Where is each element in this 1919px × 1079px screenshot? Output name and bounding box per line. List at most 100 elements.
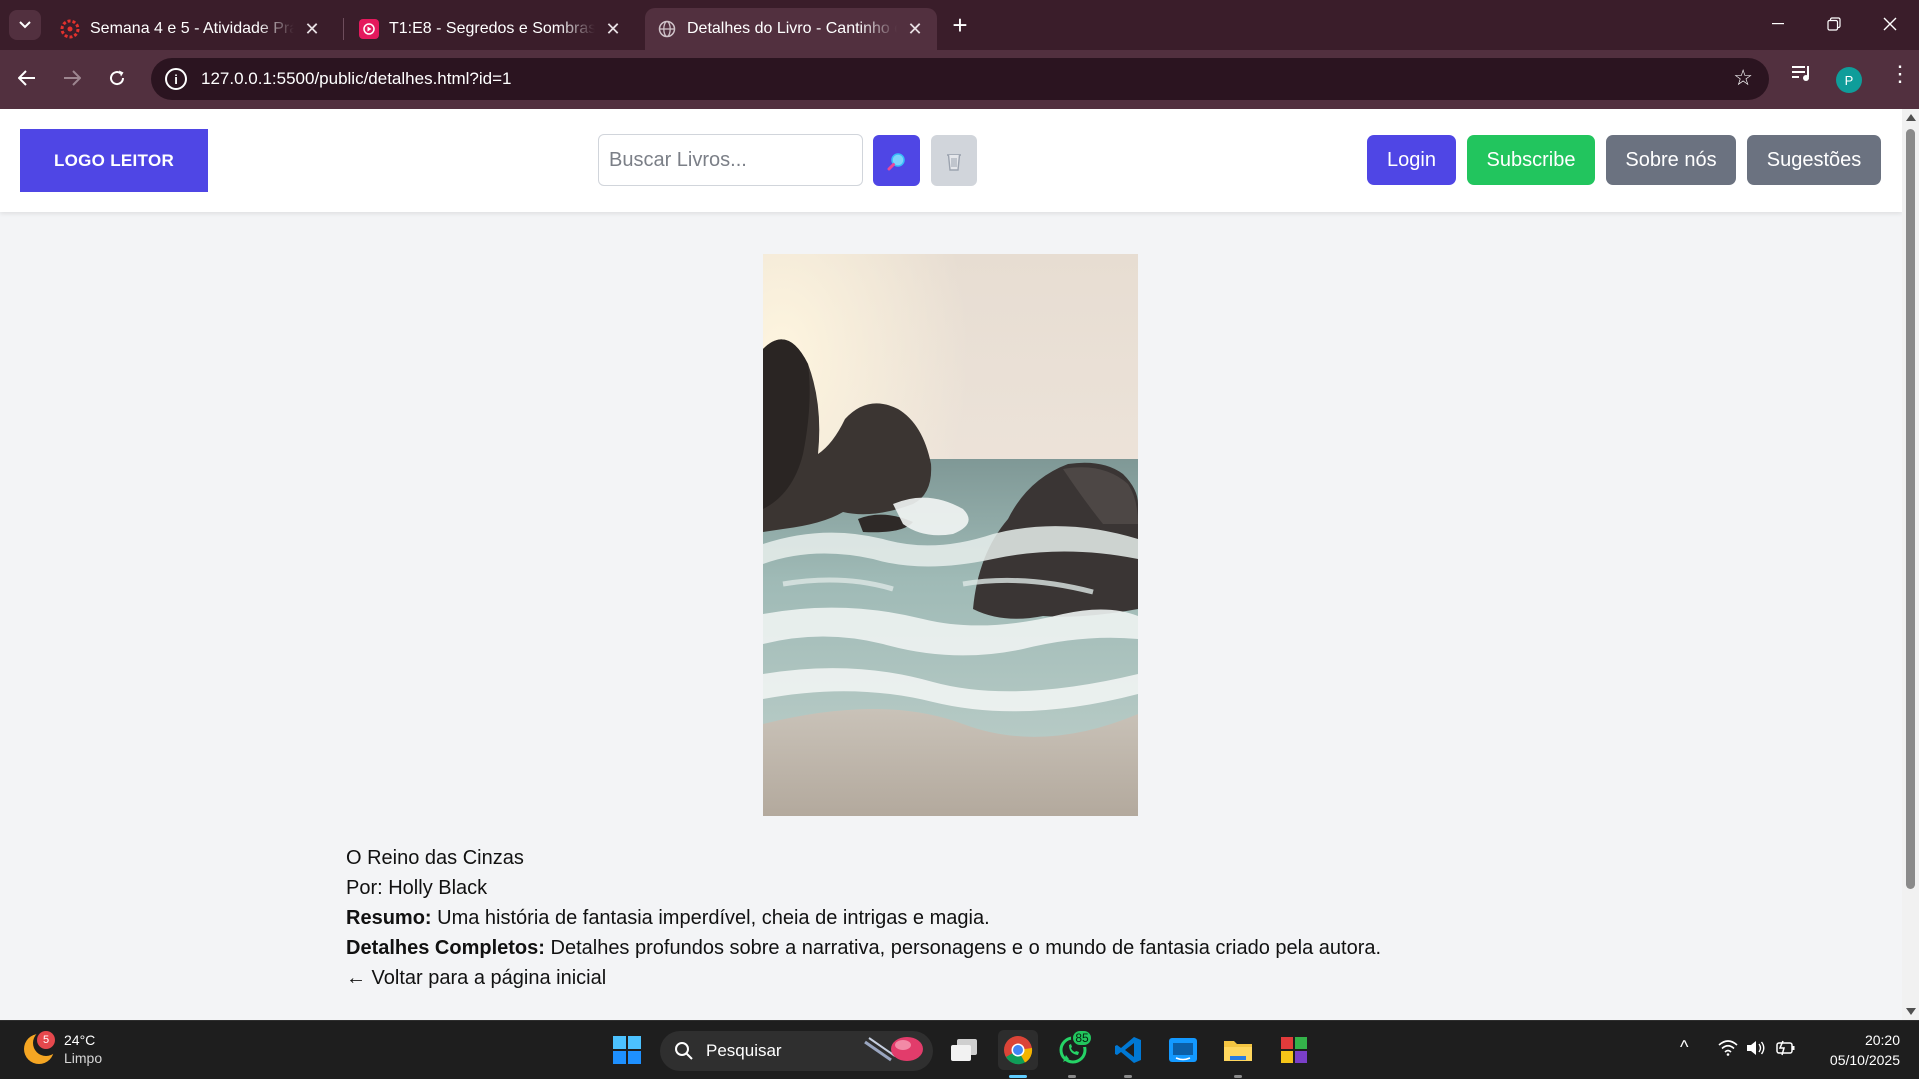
back-home-link[interactable]: ← Voltar para a página inicial	[346, 963, 606, 993]
vscode-indicator	[1124, 1075, 1132, 1078]
battery-icon[interactable]	[1774, 1040, 1796, 1061]
canvas-icon	[60, 19, 80, 39]
colorful-app[interactable]	[1274, 1030, 1314, 1070]
suggestions-button[interactable]: Sugestões	[1747, 135, 1881, 185]
search-icon	[887, 152, 905, 170]
summary-label: Resumo:	[346, 907, 432, 929]
tab-globoplay[interactable]: T1:E8 - Segredos e Sombras - F ✕	[347, 8, 635, 50]
chrome-icon	[1004, 1036, 1033, 1065]
details-label: Detalhes Completos:	[346, 937, 545, 959]
task-view-button[interactable]	[944, 1030, 984, 1070]
show-hidden-icons[interactable]: ^	[1680, 1037, 1688, 1058]
weather-temp: 24°C	[64, 1032, 96, 1048]
bookmark-star-icon[interactable]: ☆	[1733, 65, 1753, 91]
trash-icon	[947, 153, 961, 171]
menu-kebab-icon[interactable]: ⋮	[1889, 61, 1911, 87]
book-details: O Reino das Cinzas Por: Holly Black Resu…	[346, 843, 1646, 993]
book-summary: Resumo: Uma história de fantasia imperdí…	[346, 903, 1646, 933]
login-button[interactable]: Login	[1367, 135, 1456, 185]
reload-icon	[110, 70, 125, 86]
tab-detalhes-livro[interactable]: Detalhes do Livro - Cantinho do ✕	[645, 8, 937, 50]
prime-video-app[interactable]	[1163, 1030, 1203, 1070]
file-explorer-app[interactable]	[1218, 1030, 1258, 1070]
cover-seascape	[763, 254, 1138, 816]
windows-icon	[613, 1036, 641, 1064]
site-logo[interactable]: LOGO LEITOR	[20, 129, 208, 192]
weather-desc: Limpo	[64, 1050, 103, 1066]
clock-date: 05/10/2025	[1829, 1052, 1900, 1068]
vscode-icon	[1115, 1037, 1141, 1063]
close-icon[interactable]: ✕	[302, 19, 322, 40]
close-icon	[1883, 17, 1897, 31]
tab-separator	[343, 18, 344, 40]
site-info-icon[interactable]: i	[165, 68, 187, 90]
explorer-indicator	[1234, 1075, 1242, 1078]
profile-avatar[interactable]: P	[1836, 67, 1862, 93]
back-button[interactable]	[9, 60, 45, 96]
clear-search-button[interactable]	[931, 135, 977, 186]
task-view-icon	[951, 1039, 977, 1061]
url-text[interactable]: 127.0.0.1:5500/public/detalhes.html?id=1	[201, 69, 511, 89]
page-scrollbar[interactable]	[1902, 109, 1919, 1020]
tab-title: Detalhes do Livro - Cantinho do	[687, 20, 897, 37]
site-header: LOGO LEITOR Login Subscribe Sobre nós Su…	[0, 109, 1902, 212]
windows-taskbar: 5 24°C Limpo Pesquisar 85 ^ 20:20 05/10/…	[0, 1020, 1919, 1079]
scroll-up-arrow[interactable]	[1906, 114, 1916, 121]
close-window-button[interactable]	[1862, 0, 1918, 48]
subscribe-button[interactable]: Subscribe	[1467, 135, 1595, 185]
taskbar-search-label: Pesquisar	[706, 1041, 782, 1060]
search-button[interactable]	[873, 135, 920, 186]
search-highlight-icon	[864, 1037, 923, 1062]
chrome-active-indicator	[1009, 1075, 1027, 1078]
restore-button[interactable]	[1806, 0, 1862, 48]
close-icon[interactable]: ✕	[603, 19, 623, 40]
reload-button[interactable]	[99, 60, 135, 96]
browser-toolbar: i 127.0.0.1:5500/public/detalhes.html?id…	[0, 50, 1919, 109]
search-icon	[675, 1042, 693, 1060]
summary-text: Uma história de fantasia imperdível, che…	[437, 907, 990, 929]
scroll-thumb[interactable]	[1906, 129, 1915, 889]
volume-icon[interactable]	[1746, 1040, 1766, 1061]
forward-button[interactable]	[54, 60, 90, 96]
whatsapp-indicator	[1068, 1075, 1076, 1078]
weather-widget[interactable]: 5 24°C Limpo	[24, 1030, 103, 1067]
folder-icon	[1224, 1041, 1252, 1061]
book-title: O Reino das Cinzas	[346, 847, 524, 869]
system-clock[interactable]: 20:20 05/10/2025	[1800, 1030, 1900, 1070]
reading-list-icon[interactable]	[1791, 64, 1813, 88]
app-tiles-icon	[1281, 1037, 1307, 1063]
taskbar-search[interactable]: Pesquisar	[660, 1031, 933, 1071]
book-author: Por: Holly Black	[346, 877, 488, 899]
whatsapp-badge: 85	[1071, 1029, 1093, 1047]
weather-badge: 5	[37, 1031, 55, 1049]
about-button[interactable]: Sobre nós	[1606, 135, 1736, 185]
close-icon[interactable]: ✕	[905, 19, 925, 40]
start-button[interactable]	[607, 1030, 647, 1070]
scroll-down-arrow[interactable]	[1906, 1008, 1916, 1015]
chrome-app[interactable]	[998, 1030, 1038, 1070]
globoplay-icon	[359, 19, 379, 39]
minimize-icon	[1772, 23, 1784, 25]
browser-tab-bar: Semana 4 e 5 - Atividade Prática ✕ T1:E8…	[0, 0, 1919, 50]
book-full-details: Detalhes Completos: Detalhes profundos s…	[346, 933, 1646, 963]
new-tab-button[interactable]: +	[944, 10, 976, 40]
details-text: Detalhes profundos sobre a narrativa, pe…	[550, 937, 1382, 959]
page-viewport: LOGO LEITOR Login Subscribe Sobre nós Su…	[0, 109, 1902, 1020]
globe-icon	[657, 19, 677, 39]
clock-time: 20:20	[1864, 1032, 1900, 1048]
search-input[interactable]	[598, 134, 863, 186]
chevron-down-icon	[19, 21, 31, 29]
vscode-app[interactable]	[1108, 1030, 1148, 1070]
wifi-icon[interactable]	[1718, 1040, 1738, 1061]
prime-video-icon	[1169, 1038, 1197, 1062]
arrow-left-icon	[18, 70, 35, 86]
tab-canvas[interactable]: Semana 4 e 5 - Atividade Prática ✕	[48, 8, 334, 50]
arrow-right-icon	[64, 70, 81, 86]
tab-title: Semana 4 e 5 - Atividade Prática	[90, 20, 294, 37]
tab-title: T1:E8 - Segredos e Sombras - F	[389, 20, 595, 37]
tab-search-button[interactable]	[9, 10, 41, 40]
minimize-button[interactable]	[1750, 0, 1806, 48]
address-bar[interactable]: i 127.0.0.1:5500/public/detalhes.html?id…	[151, 58, 1769, 100]
book-cover-image	[763, 254, 1138, 816]
restore-icon	[1827, 17, 1841, 31]
